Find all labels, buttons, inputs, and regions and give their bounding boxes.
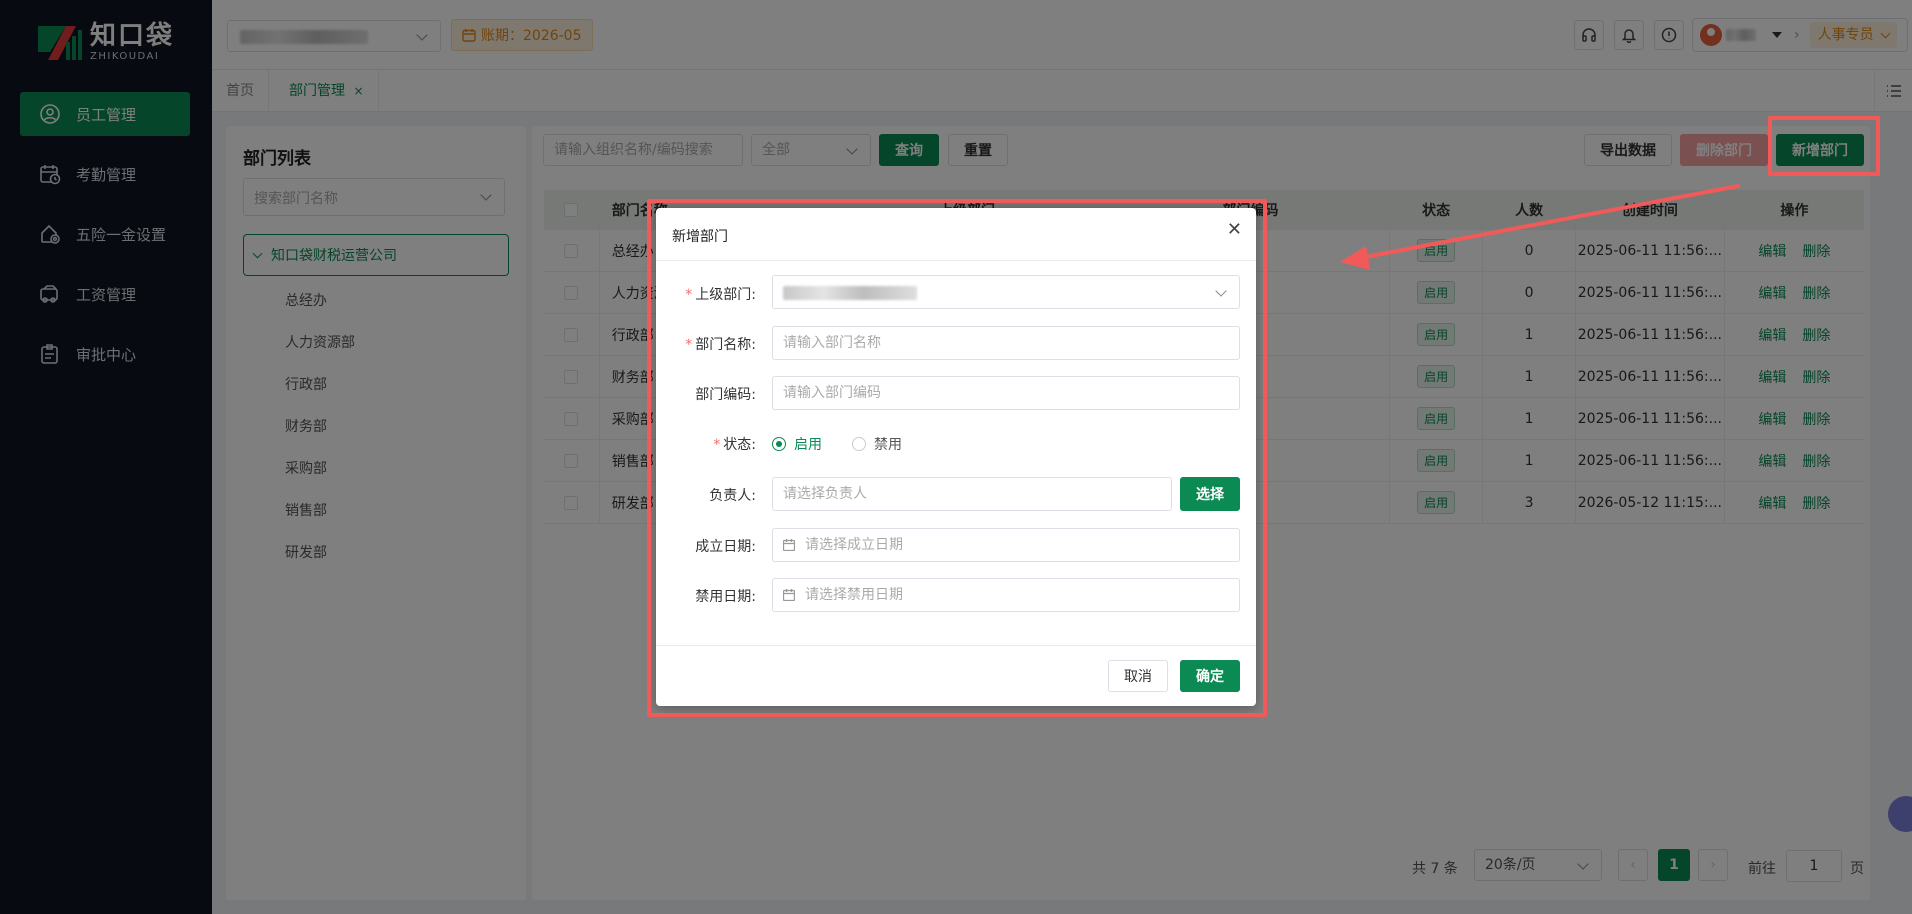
- annotation-arrow-icon: [1340, 184, 1740, 270]
